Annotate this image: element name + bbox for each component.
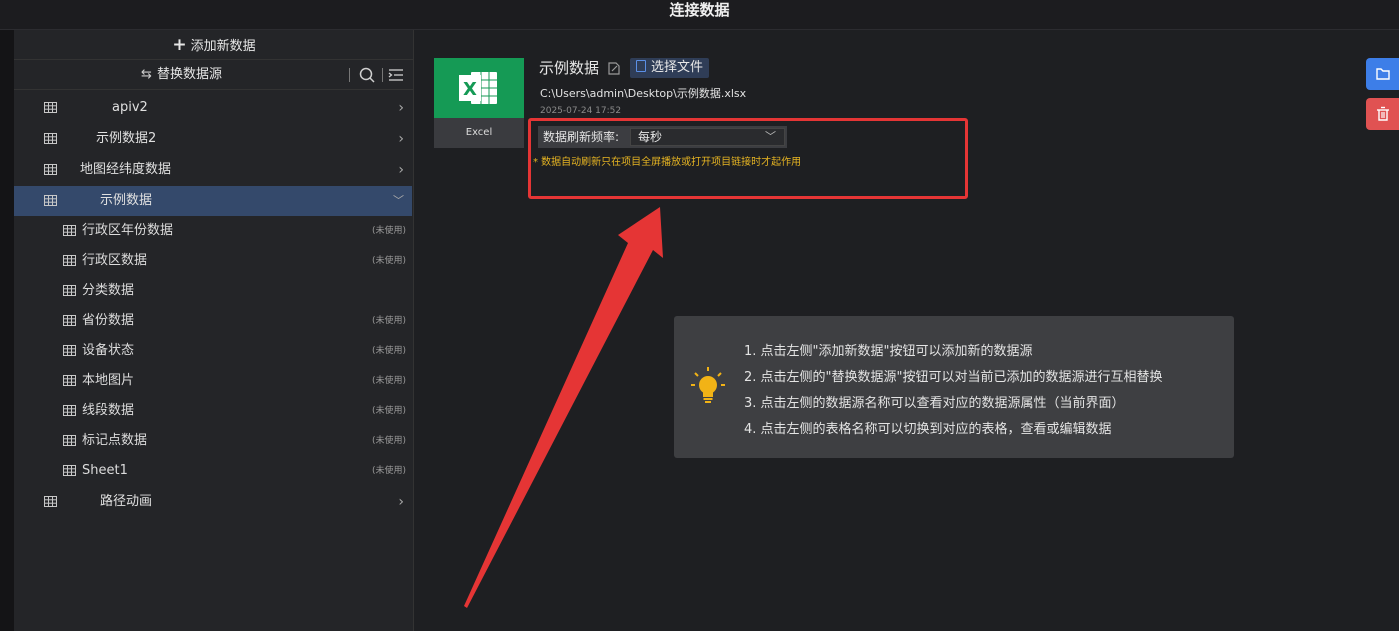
table-item[interactable]: Sheet1 (未使用) — [14, 456, 412, 486]
usage-status: (未使用) — [371, 406, 406, 416]
table-icon — [63, 465, 76, 476]
source-label: apiv2 — [112, 100, 148, 115]
data-source-name: 示例数据 — [539, 59, 600, 77]
usage-status: (未使用) — [371, 466, 406, 476]
file-icon — [636, 60, 646, 72]
choose-file-button[interactable]: 选择文件 — [630, 58, 710, 78]
tip-line: 4. 点击左侧的表格名称可以切换到对应的表格，查看或编辑数据 — [744, 422, 1112, 437]
tips-panel: 1. 点击左侧"添加新数据"按钮可以添加新的数据源 2. 点击左侧的"替换数据源… — [674, 316, 1234, 458]
source-item-path-animation[interactable]: 路径动画 › — [14, 487, 412, 517]
excel-logo: X — [434, 58, 524, 118]
source-item-sample2[interactable]: 示例数据2 › — [14, 124, 412, 154]
table-icon — [44, 496, 57, 507]
replace-row: ⇆ 替换数据源 — [14, 60, 414, 90]
chevron-right-icon: › — [398, 162, 404, 178]
table-item[interactable]: 省份数据 (未使用) — [14, 306, 412, 336]
table-label: 线段数据 — [82, 403, 135, 418]
table-icon — [44, 102, 57, 113]
chevron-down-icon: ﹀ — [393, 194, 404, 207]
chevron-right-icon: › — [398, 494, 404, 510]
table-label: 行政区年份数据 — [82, 223, 174, 238]
add-data-button[interactable]: + 添加新数据 — [14, 30, 414, 60]
table-label: 本地图片 — [82, 373, 135, 388]
table-icon — [44, 164, 57, 175]
table-icon — [63, 435, 76, 446]
swap-icon: ⇆ — [141, 67, 152, 82]
tip-line: 3. 点击左侧的数据源名称可以查看对应的数据源属性（当前界面） — [744, 396, 1125, 411]
source-item-sample[interactable]: 示例数据 ﹀ — [14, 186, 412, 216]
replace-source-button[interactable]: ⇆ 替换数据源 — [14, 60, 349, 90]
usage-status: (未使用) — [371, 346, 406, 356]
sidebar: + 添加新数据 ⇆ 替换数据源 apiv2 › 示例数据2 › 地图经纬度数据 › — [14, 30, 414, 631]
search-icon[interactable] — [358, 66, 376, 84]
table-label: 标记点数据 — [82, 433, 148, 448]
collapse-list-icon[interactable] — [387, 66, 405, 84]
table-icon — [63, 225, 76, 236]
tip-line: 1. 点击左侧"添加新数据"按钮可以添加新的数据源 — [744, 344, 1033, 359]
plus-icon: + — [172, 35, 187, 55]
usage-status: (未使用) — [371, 226, 406, 236]
replace-source-label: 替换数据源 — [156, 67, 222, 82]
trash-icon — [1377, 106, 1389, 121]
table-label: Sheet1 — [82, 463, 128, 478]
file-timestamp: 2025-07-24 17:52 — [540, 106, 622, 116]
main-panel: X Excel 示例数据 选择文件 C:\Users\admin\Desktop… — [415, 30, 1399, 631]
source-label: 示例数据 — [100, 193, 153, 208]
source-type-label: Excel — [434, 118, 524, 148]
svg-text:X: X — [463, 79, 477, 100]
usage-status: (未使用) — [371, 376, 406, 386]
table-label: 分类数据 — [82, 283, 135, 298]
chevron-right-icon: › — [398, 131, 404, 147]
open-folder-button[interactable] — [1366, 58, 1399, 90]
table-item[interactable]: 标记点数据 (未使用) — [14, 426, 412, 456]
source-label: 路径动画 — [100, 494, 153, 509]
table-icon — [63, 375, 76, 386]
table-label: 省份数据 — [82, 313, 135, 328]
table-icon — [63, 285, 76, 296]
usage-status: (未使用) — [371, 436, 406, 446]
file-path: C:\Users\admin\Desktop\示例数据.xlsx — [540, 87, 747, 100]
lightbulb-icon — [691, 367, 725, 403]
table-icon — [63, 345, 76, 356]
table-item[interactable]: 线段数据 (未使用) — [14, 396, 412, 426]
table-icon — [44, 133, 57, 144]
source-label: 示例数据2 — [96, 131, 157, 146]
source-item-map-coords[interactable]: 地图经纬度数据 › — [14, 155, 412, 185]
folder-icon — [1376, 68, 1390, 80]
divider — [349, 68, 350, 82]
table-item[interactable]: 行政区数据 (未使用) — [14, 246, 412, 276]
chevron-right-icon: › — [398, 100, 404, 116]
choose-file-label: 选择文件 — [651, 60, 704, 75]
table-item[interactable]: 本地图片 (未使用) — [14, 366, 412, 396]
table-item[interactable]: 分类数据 — [14, 276, 412, 306]
source-label: 地图经纬度数据 — [80, 162, 172, 177]
edit-icon[interactable] — [608, 62, 620, 75]
usage-status: (未使用) — [371, 256, 406, 266]
table-icon — [44, 195, 57, 206]
table-label: 行政区数据 — [82, 253, 148, 268]
table-icon — [63, 255, 76, 266]
delete-source-button[interactable] — [1366, 98, 1399, 130]
source-type-card: X Excel — [434, 58, 524, 148]
annotation-highlight-box — [528, 118, 968, 199]
table-item[interactable]: 设备状态 (未使用) — [14, 336, 412, 366]
table-icon — [63, 405, 76, 416]
table-icon — [63, 315, 76, 326]
tip-line: 2. 点击左侧的"替换数据源"按钮可以对当前已添加的数据源进行互相替换 — [744, 370, 1163, 385]
table-label: 设备状态 — [82, 343, 135, 358]
source-item-apiv2[interactable]: apiv2 › — [14, 93, 412, 123]
usage-status: (未使用) — [371, 316, 406, 326]
add-data-label: 添加新数据 — [190, 39, 256, 54]
divider — [382, 68, 383, 82]
excel-icon: X — [459, 72, 497, 104]
table-item[interactable]: 行政区年份数据 (未使用) — [14, 216, 412, 246]
window-title: 连接数据 — [0, 0, 1399, 30]
left-edge-strip — [0, 30, 14, 631]
